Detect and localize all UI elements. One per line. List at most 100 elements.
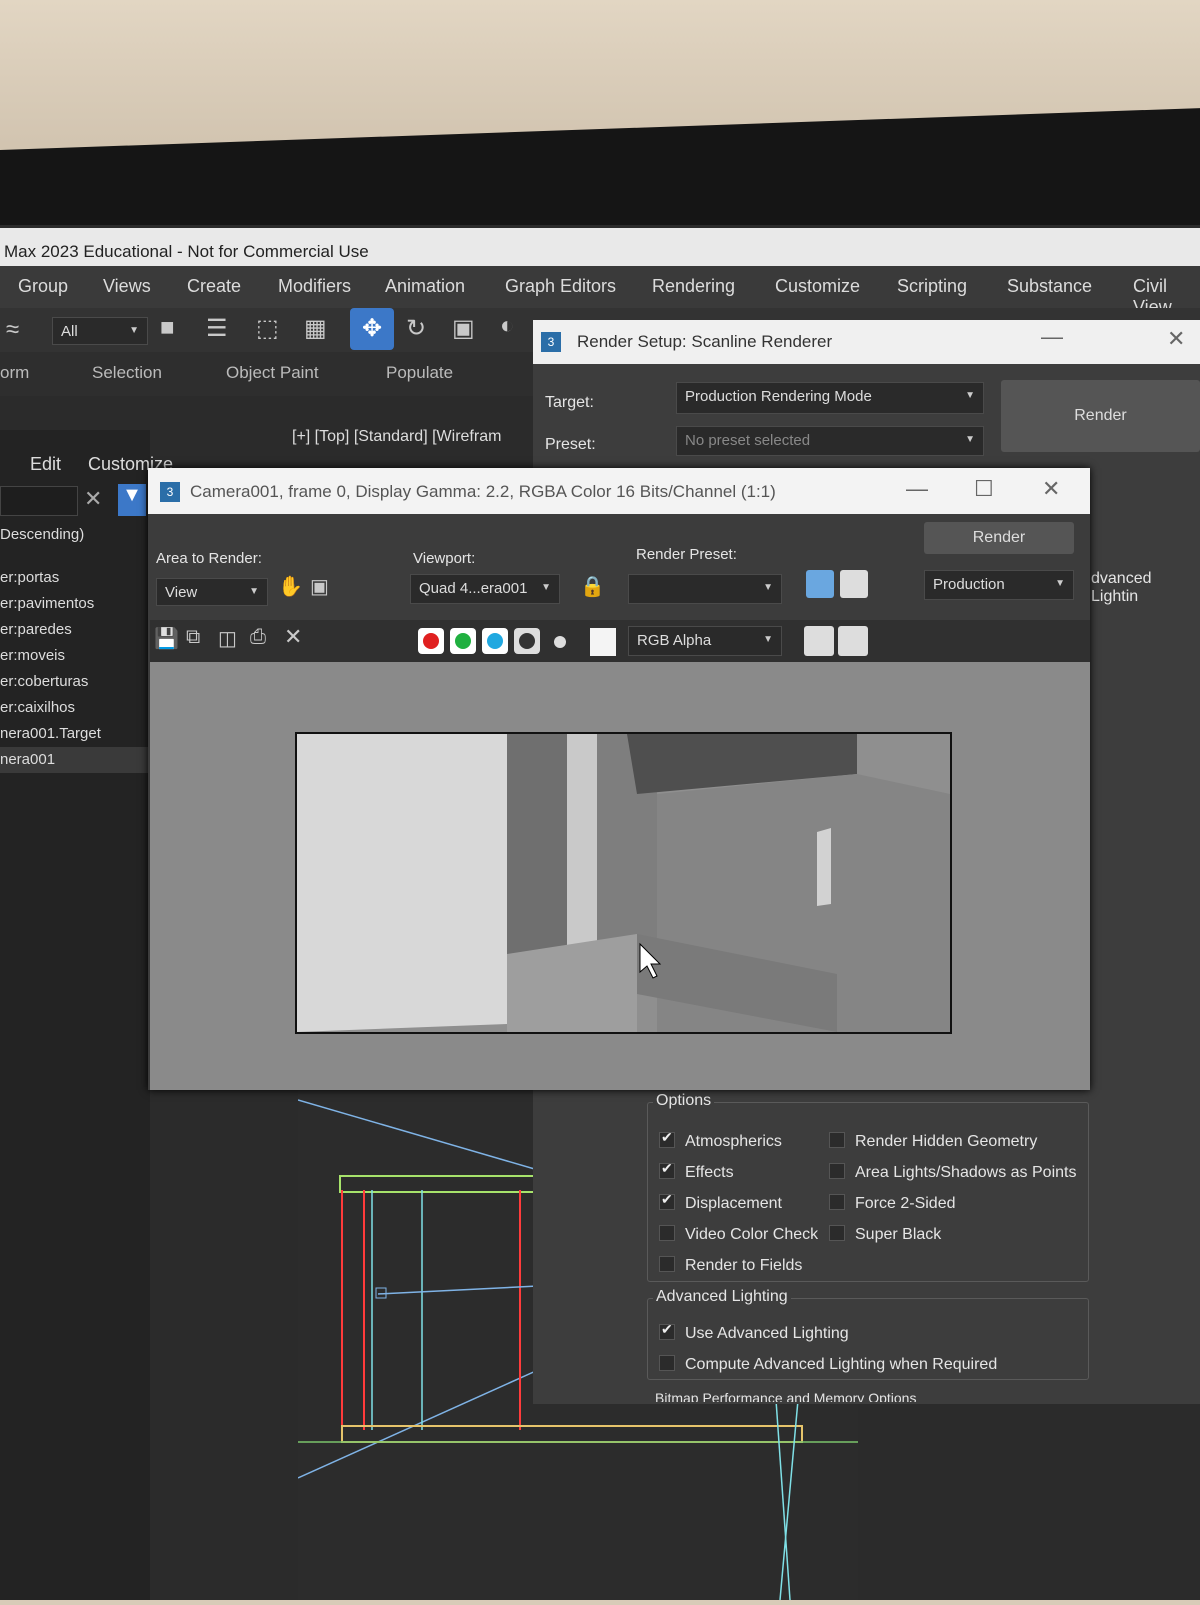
display-toggle-icon[interactable] bbox=[838, 626, 868, 656]
placement-icon[interactable]: ◐ bbox=[500, 312, 515, 340]
minimize-icon[interactable]: — bbox=[906, 476, 928, 502]
window-crossing-icon[interactable]: ▦ bbox=[304, 314, 327, 343]
list-item[interactable]: er:caixilhos bbox=[0, 695, 150, 721]
menu-edit[interactable]: Edit bbox=[30, 454, 61, 475]
tab-transform[interactable]: orm bbox=[0, 363, 29, 383]
preset-value: No preset selected bbox=[685, 432, 811, 449]
menu-customize[interactable]: Customize bbox=[775, 276, 860, 297]
menu-graph-editors[interactable]: Graph Editors bbox=[505, 276, 616, 297]
viewport-label[interactable]: [+] [Top] [Standard] [Wirefram bbox=[292, 428, 524, 456]
tab-object-paint[interactable]: Object Paint bbox=[226, 363, 319, 383]
close-icon[interactable]: ✕ bbox=[84, 486, 102, 512]
menu-group[interactable]: Group bbox=[18, 276, 68, 297]
lock-icon[interactable]: 🔒 bbox=[580, 574, 605, 599]
copy-icon[interactable]: ⧉ bbox=[186, 626, 200, 649]
checkbox-box bbox=[659, 1321, 675, 1340]
advanced-lighting-title: Advanced Lighting bbox=[653, 1288, 791, 1306]
force-2-sided-checkbox[interactable]: Force 2-Sided bbox=[829, 1194, 956, 1213]
swatch-icon[interactable] bbox=[590, 628, 616, 656]
render-setup-icon[interactable] bbox=[806, 570, 834, 598]
menu-rendering[interactable]: Rendering bbox=[652, 276, 735, 297]
frame-window-titlebar: 3 Camera001, frame 0, Display Gamma: 2.2… bbox=[148, 468, 1090, 514]
blue-channel-icon[interactable] bbox=[482, 628, 508, 654]
viewport-dropdown[interactable]: Quad 4...era001 ▼ bbox=[410, 574, 560, 604]
environment-effects-icon[interactable] bbox=[840, 570, 868, 598]
list-item[interactable]: nera001 bbox=[0, 747, 150, 773]
sort-label: Descending) bbox=[0, 526, 85, 543]
rotate-icon[interactable]: ↻ bbox=[406, 314, 426, 343]
checkbox-box bbox=[659, 1191, 675, 1210]
atmospherics-checkbox[interactable]: Atmospherics bbox=[659, 1129, 782, 1151]
use-advanced-lighting-checkbox[interactable]: Use Advanced Lighting bbox=[659, 1321, 849, 1343]
select-by-name-icon[interactable]: ☰ bbox=[206, 314, 228, 343]
menu-modifiers[interactable]: Modifiers bbox=[278, 276, 351, 297]
channel-display-dropdown[interactable]: RGB Alpha ▼ bbox=[628, 626, 782, 656]
maximize-icon[interactable]: ☐ bbox=[974, 476, 994, 502]
monochrome-icon[interactable] bbox=[554, 636, 566, 648]
menu-animation[interactable]: Animation bbox=[385, 276, 465, 297]
chevron-down-icon: ▼ bbox=[541, 582, 551, 593]
area-to-render-dropdown[interactable]: View ▼ bbox=[156, 578, 268, 606]
auto-region-icon[interactable]: ▣ bbox=[310, 574, 329, 599]
chevron-down-icon: ▼ bbox=[129, 325, 139, 336]
alpha-channel-icon[interactable] bbox=[514, 628, 540, 654]
clone-icon[interactable]: ◫ bbox=[218, 626, 237, 651]
minimize-icon[interactable]: — bbox=[1041, 324, 1063, 350]
close-icon[interactable]: ✕ bbox=[1042, 476, 1060, 502]
close-icon[interactable]: ✕ bbox=[1167, 326, 1185, 352]
frame-render-button[interactable]: Render bbox=[924, 522, 1074, 554]
render-to-fields-checkbox[interactable]: Render to Fields bbox=[659, 1256, 802, 1275]
rect-selection-icon[interactable]: ⬚ bbox=[256, 314, 279, 343]
save-icon[interactable]: 💾 bbox=[154, 626, 179, 651]
checkbox-box bbox=[829, 1225, 845, 1241]
list-item[interactable]: er:portas bbox=[0, 565, 150, 591]
menu-substance[interactable]: Substance bbox=[1007, 276, 1092, 297]
menu-bar: Group Views Create Modifiers Animation G… bbox=[0, 266, 1200, 317]
render-preset-dropdown[interactable]: ▼ bbox=[628, 574, 782, 604]
checkbox-label: Compute Advanced Lighting when Required bbox=[685, 1356, 998, 1373]
move-icon[interactable]: ✥ bbox=[350, 308, 394, 350]
video-color-check-checkbox[interactable]: Video Color Check bbox=[659, 1225, 818, 1244]
filter-icon[interactable]: ▼ bbox=[118, 484, 146, 516]
list-item[interactable]: er:coberturas bbox=[0, 669, 150, 695]
print-icon[interactable]: ⎙ bbox=[250, 626, 266, 649]
list-item[interactable]: er:paredes bbox=[0, 617, 150, 643]
edit-region-icon[interactable]: ✋ bbox=[278, 574, 303, 599]
render-preset-label: Render Preset: bbox=[636, 546, 737, 563]
area-to-render-label: Area to Render: bbox=[156, 550, 262, 567]
preset-dropdown[interactable]: No preset selected ▼ bbox=[676, 426, 984, 456]
effects-checkbox[interactable]: Effects bbox=[659, 1160, 734, 1182]
checkbox-label: Use Advanced Lighting bbox=[685, 1325, 849, 1342]
super-black-checkbox[interactable]: Super Black bbox=[829, 1225, 941, 1244]
menu-views[interactable]: Views bbox=[103, 276, 151, 297]
chevron-down-icon: ▼ bbox=[965, 434, 975, 445]
render-mode-dropdown[interactable]: Production ▼ bbox=[924, 570, 1074, 600]
displacement-checkbox[interactable]: Displacement bbox=[659, 1191, 782, 1213]
list-item[interactable]: er:pavimentos bbox=[0, 591, 150, 617]
compute-advanced-lighting-checkbox[interactable]: Compute Advanced Lighting when Required bbox=[659, 1355, 997, 1374]
list-item[interactable]: er:moveis bbox=[0, 643, 150, 669]
tab-populate[interactable]: Populate bbox=[386, 363, 453, 383]
channel-display-value: RGB Alpha bbox=[637, 632, 712, 649]
select-object-icon[interactable]: ■ bbox=[160, 314, 175, 342]
selection-filter-value: All bbox=[61, 323, 78, 340]
checkbox-label: Render to Fields bbox=[685, 1257, 803, 1274]
display-toggle-icon[interactable] bbox=[804, 626, 834, 656]
red-channel-icon[interactable] bbox=[418, 628, 444, 654]
menu-create[interactable]: Create bbox=[187, 276, 241, 297]
target-dropdown[interactable]: Production Rendering Mode ▼ bbox=[676, 382, 984, 414]
menu-scripting[interactable]: Scripting bbox=[897, 276, 967, 297]
clear-icon[interactable]: ✕ bbox=[284, 624, 302, 650]
green-channel-icon[interactable] bbox=[450, 628, 476, 654]
area-lights-checkbox[interactable]: Area Lights/Shadows as Points bbox=[829, 1163, 1076, 1182]
link-icon[interactable]: ≈ bbox=[6, 316, 19, 344]
tab-selection[interactable]: Selection bbox=[92, 363, 162, 383]
render-hidden-geometry-checkbox[interactable]: Render Hidden Geometry bbox=[829, 1132, 1037, 1151]
list-item[interactable]: nera001.Target bbox=[0, 721, 150, 747]
scene-search-input[interactable] bbox=[0, 486, 78, 516]
scale-icon[interactable]: ▣ bbox=[452, 314, 475, 343]
render-setup-render-button[interactable]: Render bbox=[1001, 380, 1200, 452]
selection-filter-dropdown[interactable]: All ▼ bbox=[52, 317, 148, 345]
tab-advanced-lighting[interactable]: dvanced Lightin bbox=[1091, 570, 1200, 606]
bitmap-options-title[interactable]: Bitmap Performance and Memory Options bbox=[655, 1390, 916, 1402]
